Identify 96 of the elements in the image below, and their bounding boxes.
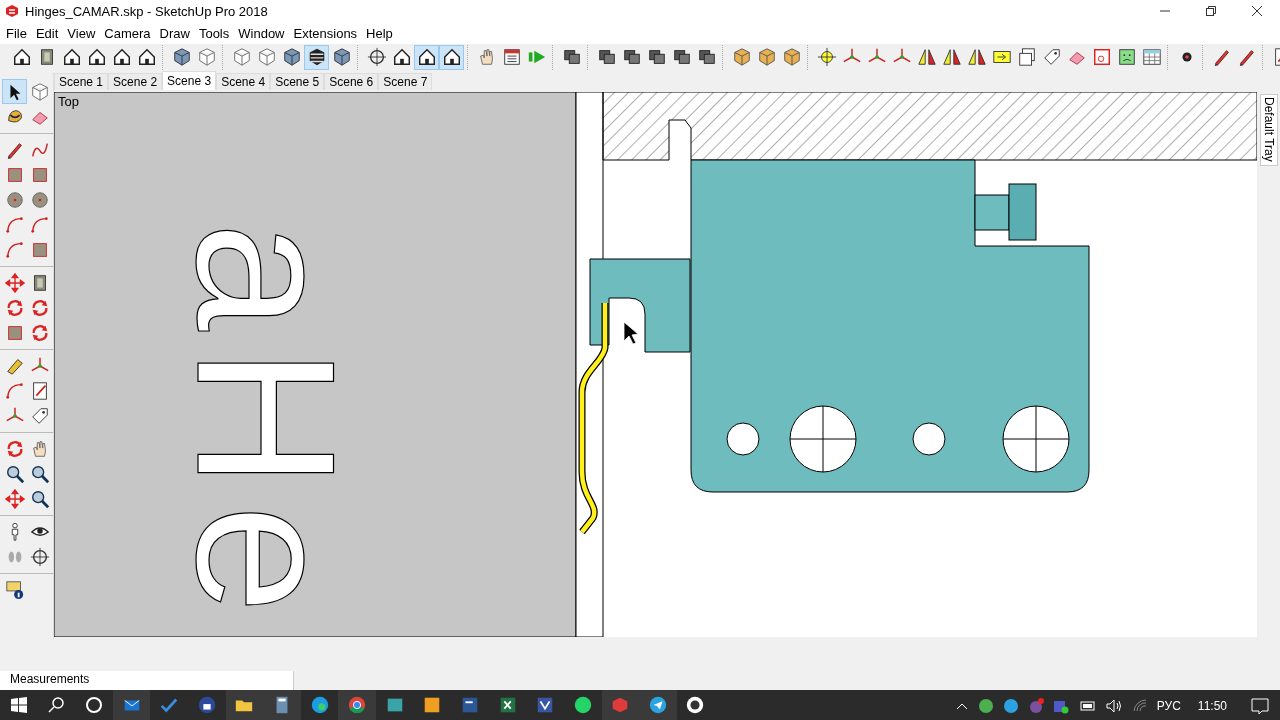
- move-icon: [4, 272, 25, 293]
- copy-icon: [1016, 47, 1037, 67]
- taskbar-app[interactable]: [639, 690, 677, 720]
- clock[interactable]: 11:50: [1197, 699, 1227, 713]
- layers-icon: [671, 47, 692, 67]
- taskbar-app[interactable]: [225, 690, 264, 720]
- house-icon: [416, 47, 437, 67]
- chrome-app-icon: [347, 695, 368, 715]
- layers-icon: [596, 47, 617, 67]
- cube-icon: [331, 47, 352, 67]
- house-icon: [11, 47, 32, 67]
- menu-item[interactable]: Window: [233, 25, 289, 41]
- hole: [1002, 405, 1070, 473]
- house-icon: [441, 47, 462, 67]
- pin: [974, 183, 1037, 241]
- app-logo-icon: [5, 4, 19, 18]
- cube-icon: [781, 47, 802, 67]
- measurements-box[interactable]: Measurements: [0, 671, 294, 690]
- notifications-icon[interactable]: [1250, 697, 1270, 715]
- telegram-app-icon: [647, 695, 668, 715]
- menu-item[interactable]: Camera: [99, 25, 155, 41]
- triangles-icon: [916, 47, 937, 67]
- arc-icon: [4, 214, 25, 235]
- hole: [789, 405, 857, 473]
- wireframe-cube-icon: [231, 47, 252, 67]
- triangles-icon: [966, 47, 987, 67]
- cube-icon: [171, 47, 192, 67]
- house-icon: [61, 47, 82, 67]
- scene-tab[interactable]: Scene 2: [108, 73, 163, 90]
- tag-icon: [29, 405, 50, 426]
- tool-button[interactable]: [414, 44, 439, 70]
- hole: [912, 422, 946, 456]
- layers-icon: [646, 47, 667, 67]
- house-icon: [391, 47, 412, 67]
- cube-icon: [756, 47, 777, 67]
- close-icon: [1251, 5, 1263, 17]
- tool-button[interactable]: [439, 44, 464, 70]
- search-icon: [47, 696, 66, 714]
- menu-item[interactable]: Tools: [193, 25, 234, 41]
- hole: [726, 422, 760, 456]
- orbit-icon: [366, 47, 387, 67]
- restore-icon: [1205, 5, 1217, 17]
- menu-item[interactable]: File: [1, 25, 31, 41]
- list-icon: [501, 47, 522, 67]
- scene-tab[interactable]: Scene 1: [54, 73, 109, 90]
- menu-item[interactable]: Help: [361, 25, 397, 41]
- table-icon: [1141, 47, 1162, 67]
- cube-icon: [731, 47, 752, 67]
- orbit-icon: [29, 546, 50, 567]
- tag-icon: [1041, 47, 1062, 67]
- house-icon: [111, 47, 132, 67]
- input-language[interactable]: РУС: [1156, 699, 1181, 713]
- info-icon: [4, 579, 25, 600]
- arc-icon: [4, 239, 25, 260]
- circle-icon: [85, 696, 103, 714]
- layers-icon: [621, 47, 642, 67]
- window-title: Hinges_CAMAR.skp - SketchUp Pro 2018: [25, 3, 269, 19]
- wireframe-cube-icon: [29, 81, 50, 102]
- arc-icon: [29, 214, 50, 235]
- tray-tab[interactable]: Default Tray: [1260, 94, 1278, 166]
- scene-tab[interactable]: Scene 6: [324, 73, 379, 90]
- wireframe-cube-icon: [256, 47, 277, 67]
- battery-icon[interactable]: [1077, 699, 1096, 713]
- circle-icon: [4, 189, 25, 210]
- layers-icon: [561, 47, 582, 67]
- mouse-cursor-icon: [623, 321, 639, 345]
- house-icon: [136, 47, 157, 67]
- scene-tab[interactable]: Scene 7: [378, 73, 433, 90]
- windows-logo-icon: [9, 696, 28, 714]
- face-icon: [1116, 47, 1137, 67]
- scene-tab[interactable]: Scene 4: [216, 73, 271, 90]
- zoom-icon: [4, 463, 25, 484]
- menu-item[interactable]: View: [62, 25, 100, 41]
- circle-icon: [29, 189, 50, 210]
- tool-button[interactable]: [2, 79, 27, 104]
- zoom-icon: [29, 463, 50, 484]
- window-icon: [1091, 47, 1112, 67]
- wifi-icon[interactable]: [1131, 698, 1148, 714]
- scene-tab[interactable]: Scene 5: [270, 73, 325, 90]
- zoom-icon: [29, 488, 50, 509]
- triangles-icon: [941, 47, 962, 67]
- speaker-icon[interactable]: [1104, 698, 1123, 714]
- layers-icon: [696, 47, 717, 67]
- menu-item[interactable]: Draw: [154, 25, 194, 41]
- tool-button[interactable]: [304, 44, 329, 70]
- view-label: Top: [58, 94, 79, 109]
- menu-item[interactable]: Extensions: [288, 25, 362, 41]
- wireframe-cube-icon: [196, 47, 217, 67]
- move-icon: [4, 488, 25, 509]
- house-icon: [86, 47, 107, 67]
- arc-icon: [4, 380, 25, 401]
- menu-item[interactable]: Edit: [30, 25, 63, 41]
- sun-icon: [816, 47, 837, 67]
- model-text: aHe: [156, 222, 375, 630]
- scene-tab[interactable]: Scene 3: [162, 71, 217, 90]
- cube-icon: [281, 47, 302, 67]
